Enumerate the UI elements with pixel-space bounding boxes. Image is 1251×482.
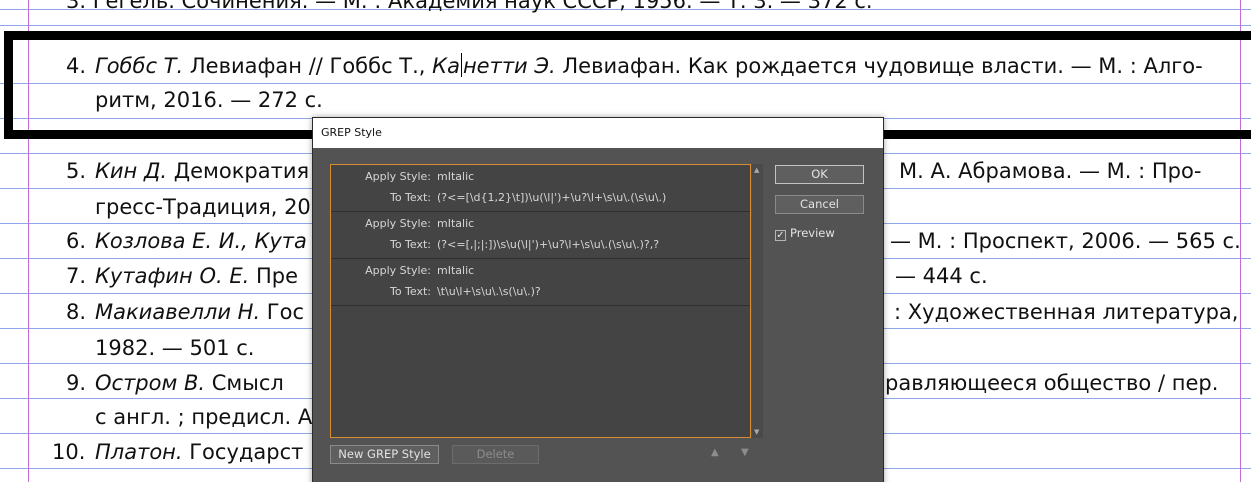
apply-style-label: Apply Style: <box>365 264 431 277</box>
scroll-down-icon[interactable]: ▼ <box>754 428 759 436</box>
author-name: Кин Д. <box>95 159 168 183</box>
new-grep-style-button[interactable]: New GREP Style <box>330 445 439 464</box>
move-down-icon[interactable]: ▼ <box>741 447 749 458</box>
list-number: 6. <box>66 229 87 253</box>
text-cursor <box>460 53 462 77</box>
author-name: Ка нетти Э. <box>432 53 556 78</box>
author-name: Гоббс Т. <box>95 54 184 78</box>
to-text-value[interactable]: \t\u\l+\s\u\.\s(\u\.)? <box>437 285 541 298</box>
grep-rule[interactable]: Apply Style: mItalic To Text: (?<=[\d{1,… <box>331 165 750 212</box>
list-number: 9. <box>66 371 87 395</box>
to-text-label: To Text: <box>389 238 431 251</box>
preview-checkbox[interactable]: ✓ Preview <box>775 226 835 241</box>
list-number: 7. <box>66 264 87 288</box>
scroll-up-icon[interactable]: ▲ <box>754 166 759 174</box>
preview-label: Preview <box>790 226 835 240</box>
grep-rules-list[interactable]: Apply Style: mItalic To Text: (?<=[\d{1,… <box>330 164 751 438</box>
to-text-label: To Text: <box>389 191 431 204</box>
author-name: Макиавелли Н. <box>95 300 261 324</box>
apply-style-label: Apply Style: <box>365 170 431 183</box>
delete-button[interactable]: Delete <box>452 445 539 464</box>
list-number: 5. <box>66 159 87 183</box>
top-fragment-line: 3. Гегель. Сочинения. — М. : Академия на… <box>66 0 873 13</box>
author-name: Остром В. <box>95 371 206 395</box>
author-name: Платон. <box>95 440 183 464</box>
author-name: Кутафин О. Е. <box>95 264 250 288</box>
list-number: 4. <box>66 54 87 78</box>
rules-scrollbar[interactable]: ▲ ▼ <box>752 164 763 438</box>
ok-button[interactable]: OK <box>775 165 864 184</box>
grep-style-dialog: GREP Style Apply Style: mItalic To Text:… <box>312 117 884 482</box>
cancel-button[interactable]: Cancel <box>775 195 864 214</box>
dialog-title: GREP Style <box>321 126 382 139</box>
author-name: Козлова Е. И., Кута <box>95 229 307 253</box>
list-item[interactable]: 4. Гоббс Т. Левиафан // Гоббс Т., Ка нетт… <box>0 51 1251 81</box>
list-number: 8. <box>66 300 87 324</box>
apply-style-value[interactable]: mItalic <box>437 170 474 183</box>
to-text-value[interactable]: (?<=[\d{1,2}\t])\u(\l|')+\u?\l+\s\u\.(\s… <box>437 191 666 204</box>
move-up-icon[interactable]: ▲ <box>711 447 719 458</box>
grep-rule[interactable]: Apply Style: mItalic To Text: (?<=[,|;|:… <box>331 212 750 259</box>
dialog-title-bar[interactable]: GREP Style <box>313 118 883 148</box>
to-text-label: To Text: <box>389 285 431 298</box>
apply-style-label: Apply Style: <box>365 217 431 230</box>
checkmark-icon[interactable]: ✓ <box>775 230 786 241</box>
grep-rule[interactable]: Apply Style: mItalic To Text: \t\u\l+\s\… <box>331 259 750 306</box>
to-text-value[interactable]: (?<=[,|;|:])\s\u(\l|')+\u?\l+\s\u\.(\s\u… <box>437 238 659 251</box>
apply-style-value[interactable]: mItalic <box>437 217 474 230</box>
list-number: 10. <box>52 440 86 464</box>
baseline-grid-line <box>0 25 1251 26</box>
apply-style-value[interactable]: mItalic <box>437 264 474 277</box>
